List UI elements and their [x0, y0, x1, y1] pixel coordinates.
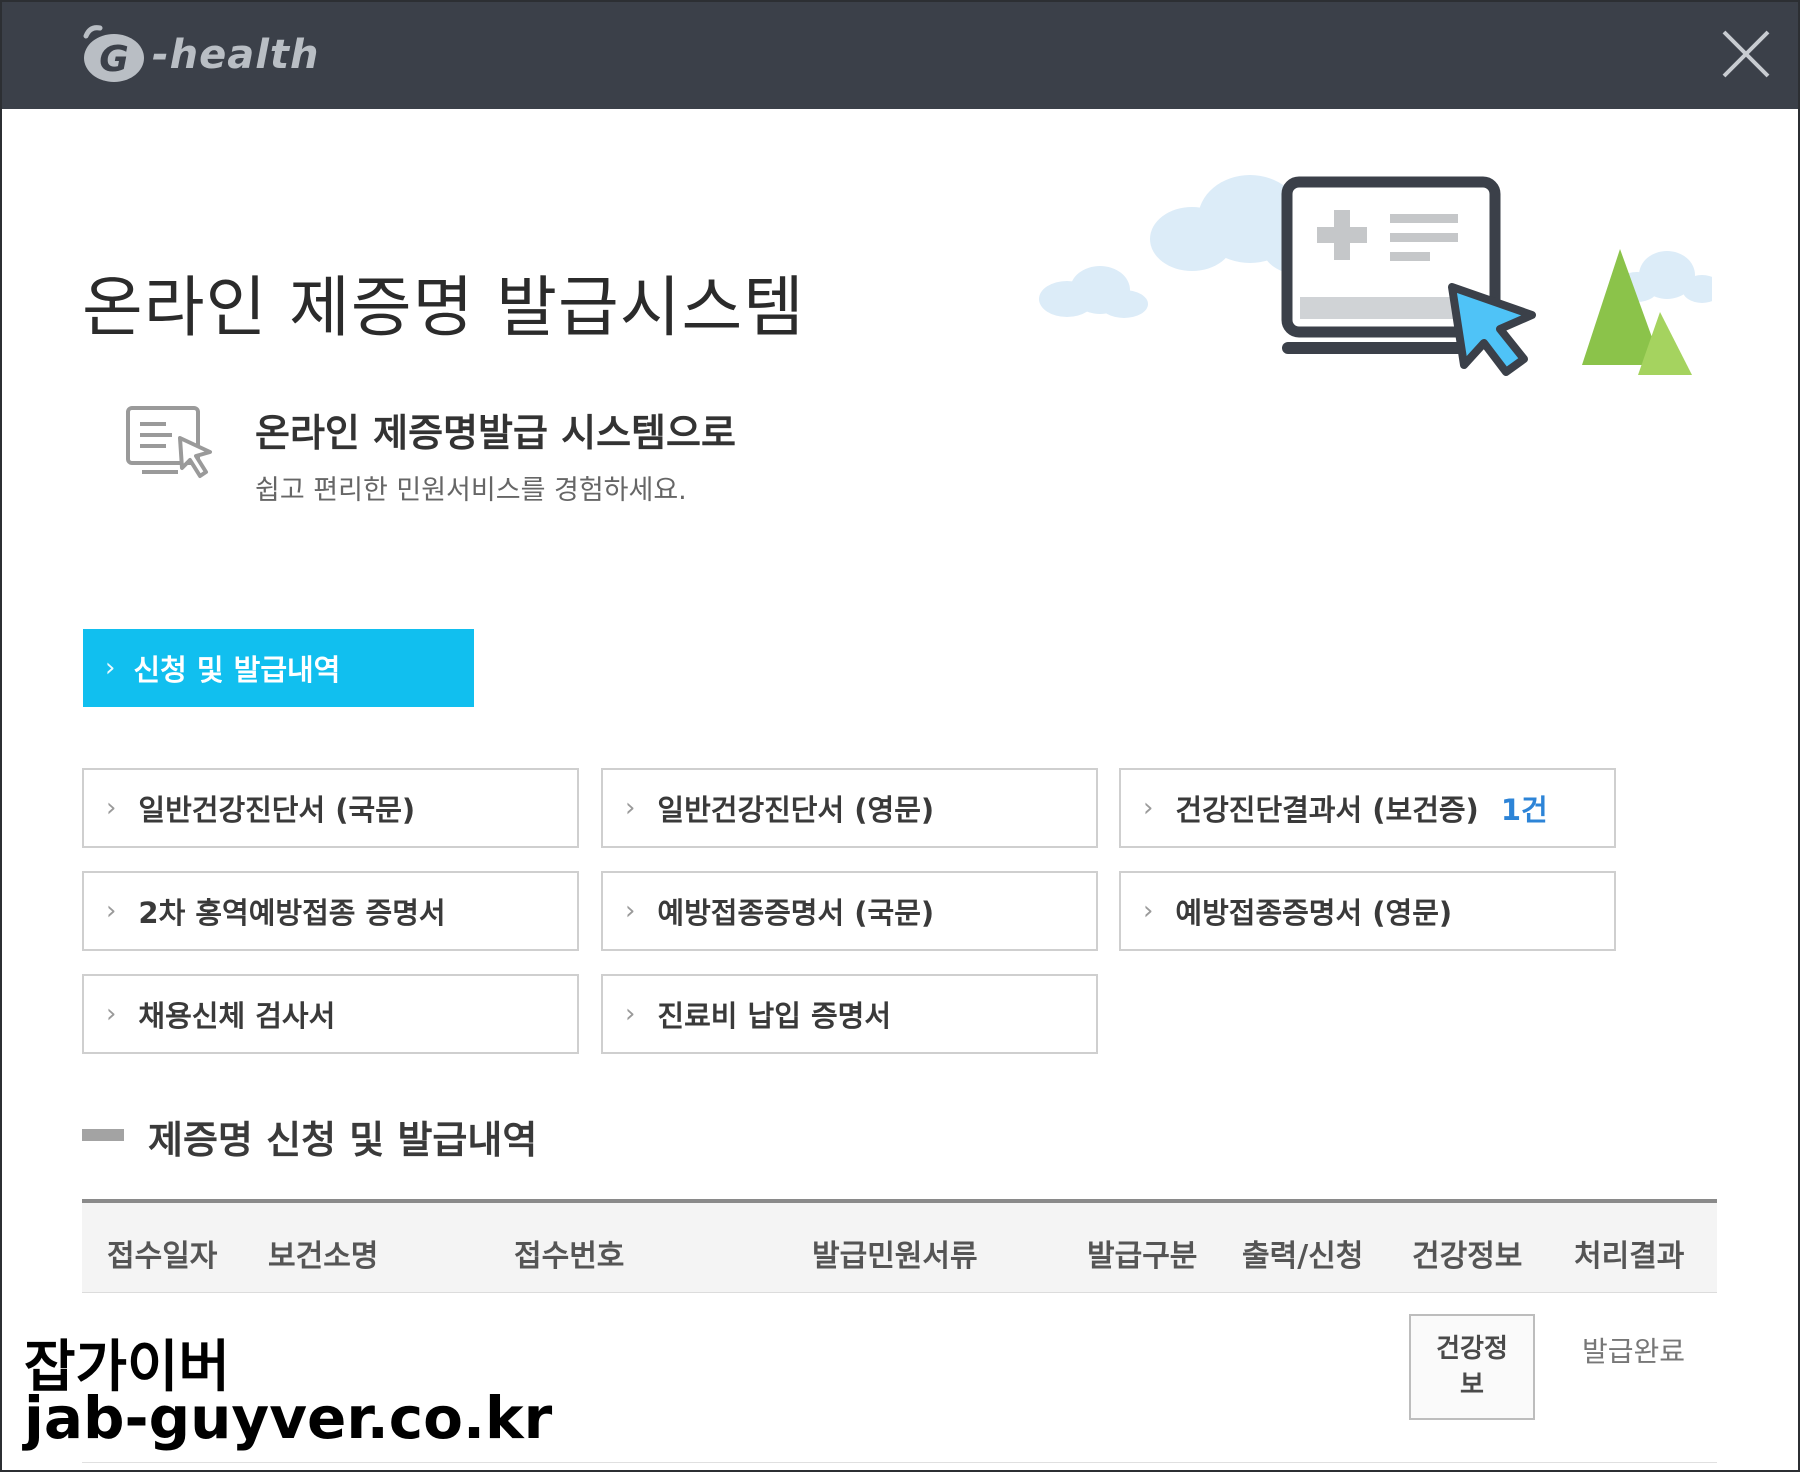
cert-health-result[interactable]: › 건강진단결과서 (보건증) 1건: [1119, 768, 1616, 848]
column-header: 처리결과: [1574, 1239, 1685, 1274]
title-bar: G -health: [2, 2, 1798, 109]
cert-vaccination-ko[interactable]: › 예방접종증명서 (국문): [601, 871, 1098, 951]
intro-subheading: 쉽고 편리한 민원서비스를 경험하세요.: [255, 475, 687, 506]
document-cursor-icon: [126, 406, 212, 478]
g-health-logo: G -health: [76, 20, 320, 90]
cert-label: 진료비 납입 증명서: [657, 999, 892, 1033]
chevron-right-icon: ›: [106, 793, 117, 823]
close-icon[interactable]: [1718, 26, 1774, 82]
table-header: 접수일자 보건소명 접수번호 발급민원서류 발급구분 출력/신청 건강정보 처리…: [82, 1203, 1717, 1293]
cert-employment-physical[interactable]: › 채용신체 검사서: [82, 974, 579, 1054]
column-header: 보건소명: [268, 1239, 379, 1274]
popup-window: G -health 온라인 제증명 발급시스템 온라인 제증명발급 시스템으로 …: [0, 0, 1800, 1472]
svg-text:G: G: [99, 39, 129, 80]
logo-text: -health: [152, 32, 320, 78]
cert-medical-payment[interactable]: › 진료비 납입 증명서: [601, 974, 1098, 1054]
section-marker: [82, 1129, 124, 1141]
cert-label: 예방접종증명서 (국문): [657, 896, 935, 930]
g-logo-icon: G: [83, 25, 144, 82]
cert-label: 일반건강진단서 (국문): [138, 793, 416, 827]
health-info-button[interactable]: 건강정보: [1409, 1314, 1535, 1420]
cert-measles-2nd[interactable]: › 2차 홍역예방접종 증명서: [82, 871, 579, 951]
intro-heading: 온라인 제증명발급 시스템으로: [255, 411, 736, 455]
apply-history-button[interactable]: › 신청 및 발급내역: [83, 629, 474, 707]
cert-general-health-en[interactable]: › 일반건강진단서 (영문): [601, 768, 1098, 848]
column-header: 발급구분: [1087, 1239, 1198, 1274]
chevron-right-icon: ›: [625, 793, 636, 823]
cert-general-health-ko[interactable]: › 일반건강진단서 (국문): [82, 768, 579, 848]
chevron-right-icon: ›: [105, 653, 116, 683]
column-header: 발급민원서류: [812, 1239, 978, 1274]
chevron-right-icon: ›: [106, 896, 117, 926]
column-header: 출력/신청: [1242, 1239, 1364, 1274]
watermark-url: jab-guyver.co.kr: [24, 1384, 553, 1452]
chevron-right-icon: ›: [625, 999, 636, 1029]
column-header: 건강정보: [1412, 1239, 1523, 1274]
cert-label: 2차 홍역예방접종 증명서: [138, 896, 446, 930]
chevron-right-icon: ›: [625, 896, 636, 926]
chevron-right-icon: ›: [1143, 896, 1154, 926]
column-header: 접수일자: [107, 1239, 218, 1274]
chevron-right-icon: ›: [106, 999, 117, 1029]
row-divider: [82, 1462, 1717, 1463]
cert-vaccination-en[interactable]: › 예방접종증명서 (영문): [1119, 871, 1616, 951]
cert-label: 건강진단결과서 (보건증): [1175, 793, 1479, 827]
apply-history-label: 신청 및 발급내역: [133, 653, 341, 687]
cert-label: 채용신체 검사서: [138, 999, 336, 1033]
section-title: 제증명 신청 및 발급내역: [148, 1118, 538, 1162]
laptop-medical-cursor-icon: [1039, 175, 1712, 376]
process-result: 발급완료: [1582, 1335, 1686, 1368]
cert-label: 일반건강진단서 (영문): [657, 793, 935, 827]
page-title: 온라인 제증명 발급시스템: [82, 269, 805, 346]
column-header: 접수번호: [514, 1239, 625, 1274]
chevron-right-icon: ›: [1143, 793, 1154, 823]
cert-count-badge: 1건: [1500, 793, 1548, 827]
cert-label: 예방접종증명서 (영문): [1175, 896, 1453, 930]
